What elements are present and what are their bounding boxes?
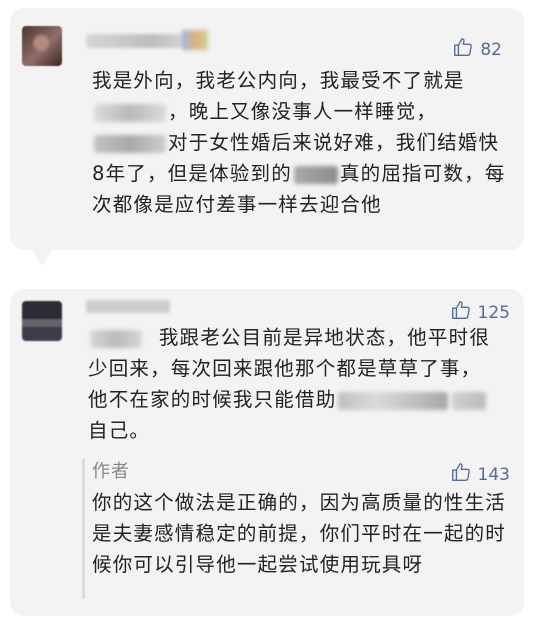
thumbs-up-icon (450, 461, 472, 488)
reply-text: 你的这个做法是正确的，因为高质量的性生活是夫妻感情稳定的前提，你们平时在一起的时… (92, 491, 507, 576)
comments-page: 82 我是外向，我老公内向，我最受不了就是，晚上又像没事人一样睡觉，对于女性婚后… (0, 0, 540, 625)
comment-card: 82 我是外向，我老公内向，我最受不了就是，晚上又像没事人一样睡觉，对于女性婚后… (10, 8, 524, 266)
censored-word (293, 165, 338, 184)
like-button[interactable]: 82 (452, 36, 502, 63)
avatar[interactable] (22, 301, 62, 341)
thumbs-up-icon (452, 36, 474, 63)
censored-word (94, 103, 166, 122)
like-count: 82 (480, 39, 502, 60)
censored-word (94, 134, 166, 153)
like-count: 143 (477, 464, 510, 485)
avatar[interactable] (22, 26, 62, 66)
comment-card: 125 我跟老公目前是异地状态，他平时很少回来，每次回来跟他那个都是草草了事，他… (10, 289, 524, 616)
blurred-user-badge (182, 30, 208, 50)
like-count: 125 (477, 302, 510, 323)
censored-word (90, 329, 142, 348)
like-button[interactable]: 143 (450, 461, 510, 488)
censored-word (338, 391, 449, 410)
comment-text: 我跟老公目前是异地状态，他平时很少回来，每次回来跟他那个都是草草了事，他不在家的… (88, 326, 491, 442)
author-label: 作者 (92, 461, 130, 482)
card-tail (32, 250, 52, 266)
censored-word (452, 391, 487, 410)
reply-divider (82, 459, 85, 599)
blurred-username (86, 300, 170, 313)
comment-text: 我是外向，我老公内向，我最受不了就是，晚上又像没事人一样睡觉，对于女性婚后来说好… (92, 69, 506, 216)
